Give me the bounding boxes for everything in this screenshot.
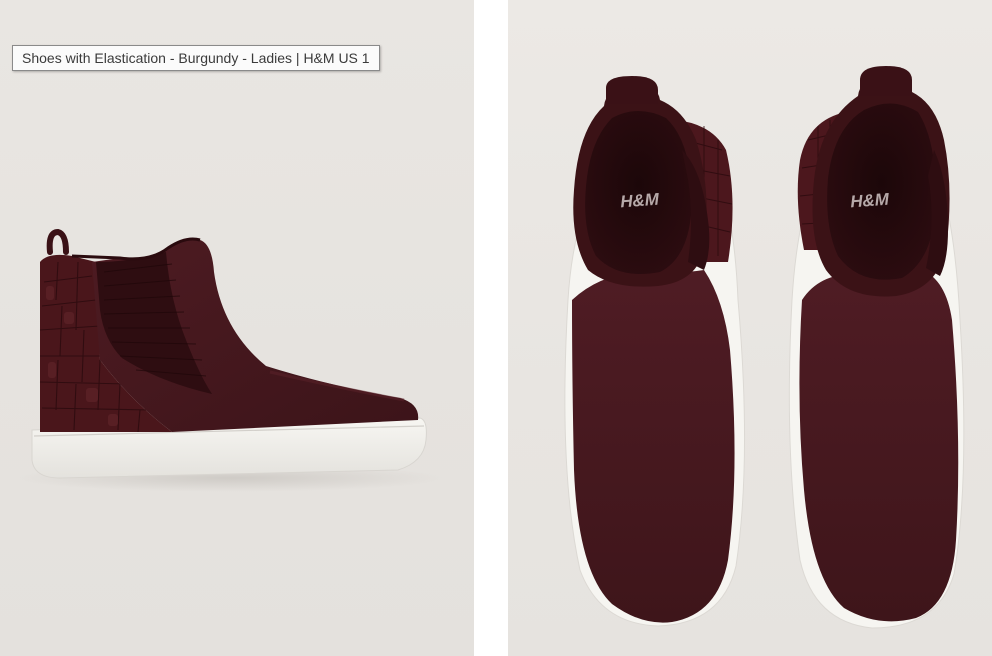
insole-logo-left: H&M	[620, 190, 661, 212]
insole-logo-right: H&M	[850, 190, 891, 212]
gallery-divider	[474, 0, 508, 656]
right-boot-top: H&M	[788, 66, 965, 629]
left-boot-top: H&M	[564, 76, 746, 627]
side-view-boot	[15, 228, 445, 492]
product-photo-top: H&M H&M	[508, 0, 992, 656]
product-photo-side: Shoes with Elastication - Burgundy - Lad…	[0, 0, 474, 656]
top-view-pair: H&M H&M	[564, 66, 965, 629]
hover-tooltip: Shoes with Elastication - Burgundy - Lad…	[12, 45, 380, 71]
